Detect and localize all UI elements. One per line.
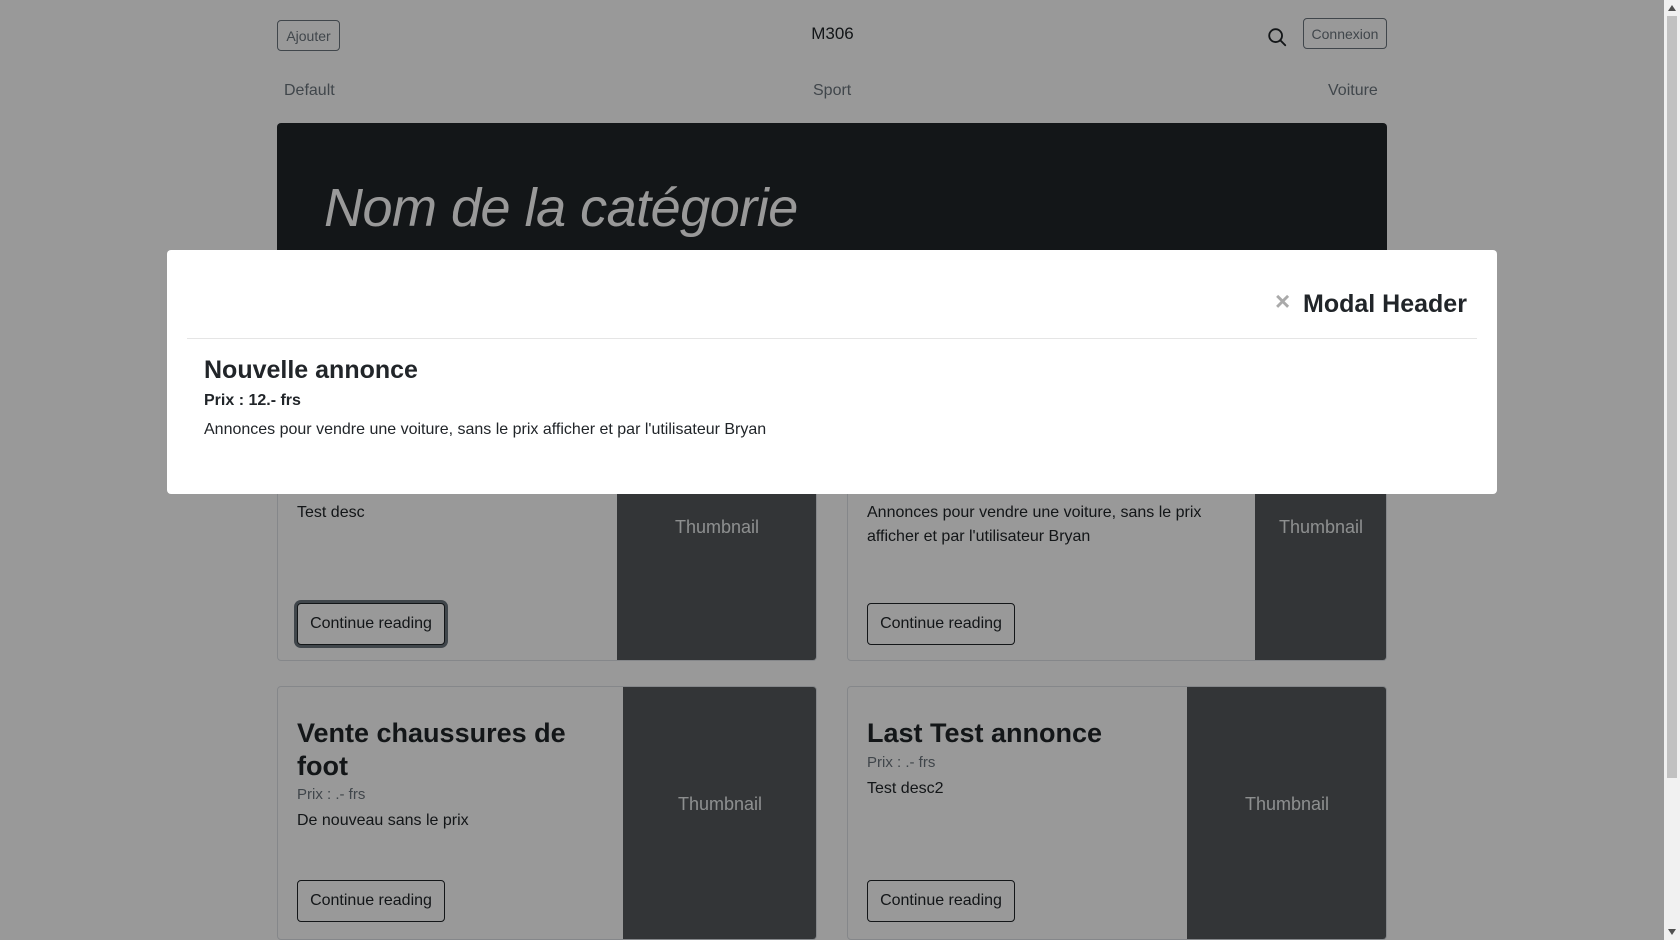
- modal-ad-title: Nouvelle annonce: [204, 356, 418, 384]
- page: Ajouter M306 Connexion Default Sport Voi…: [0, 0, 1664, 940]
- scroll-down-arrow-icon[interactable]: [1664, 924, 1680, 940]
- scroll-up-arrow-icon[interactable]: [1664, 0, 1680, 16]
- modal-header-title: Modal Header: [1303, 290, 1467, 318]
- modal-ad-description: Annonces pour vendre une voiture, sans l…: [204, 421, 767, 438]
- vertical-scrollbar[interactable]: [1664, 0, 1680, 940]
- close-icon[interactable]: ×: [1275, 288, 1290, 314]
- scrollbar-thumb[interactable]: [1667, 16, 1677, 778]
- ad-modal: × Modal Header Nouvelle annonce Prix : 1…: [167, 250, 1497, 494]
- modal-ad-price: Prix : 12.- frs: [204, 392, 301, 409]
- modal-header: × Modal Header: [187, 250, 1477, 339]
